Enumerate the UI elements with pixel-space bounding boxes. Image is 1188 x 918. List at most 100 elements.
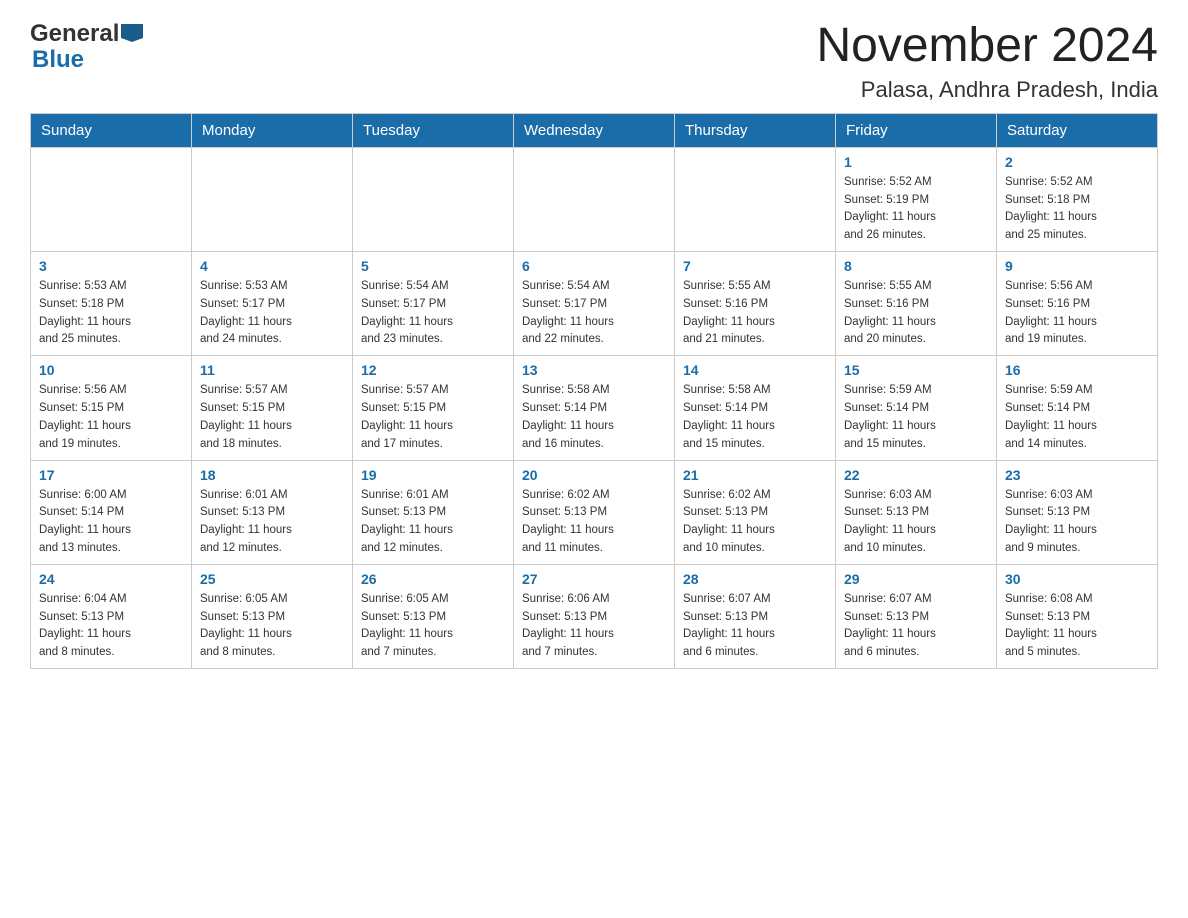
logo-general-text: General: [30, 20, 119, 48]
page-header: General Blue November 2024 Palasa, Andhr…: [30, 20, 1158, 103]
day-info: Sunrise: 5:53 AMSunset: 5:18 PMDaylight:…: [39, 278, 183, 349]
day-info: Sunrise: 6:05 AMSunset: 5:13 PMDaylight:…: [200, 591, 344, 662]
calendar-cell: 2 Sunrise: 5:52 AMSunset: 5:18 PMDaylight…: [997, 147, 1158, 251]
day-info: Sunrise: 5:59 AMSunset: 5:14 PMDaylight:…: [1005, 382, 1149, 453]
calendar-cell: 11Sunrise: 5:57 AMSunset: 5:15 PMDayligh…: [192, 356, 353, 460]
day-info: Sunrise: 5:53 AMSunset: 5:17 PMDaylight:…: [200, 278, 344, 349]
calendar-cell: 18 Sunrise: 6:01 AMSunset: 5:13 PMDayligh…: [192, 460, 353, 564]
day-number: 10: [39, 362, 183, 378]
weekday-header-sunday: Sunday: [31, 113, 192, 147]
calendar-cell: 26 Sunrise: 6:05 AMSunset: 5:13 PMDayligh…: [353, 564, 514, 668]
week-row-4: 17 Sunrise: 6:00 AMSunset: 5:14 PMDayligh…: [31, 460, 1158, 564]
calendar-cell: [353, 147, 514, 251]
day-number: 4: [200, 258, 344, 274]
calendar-cell: 10 Sunrise: 5:56 AMSunset: 5:15 PMDayligh…: [31, 356, 192, 460]
day-info: Sunrise: 5:54 AMSunset: 5:17 PMDaylight:…: [361, 278, 505, 349]
day-number: 15: [844, 362, 988, 378]
calendar-cell: [31, 147, 192, 251]
day-info: Sunrise: 6:01 AMSunset: 5:13 PMDaylight:…: [200, 487, 344, 558]
day-number: 14: [683, 362, 827, 378]
day-number: 13: [522, 362, 666, 378]
day-number: 21: [683, 467, 827, 483]
day-number: 29: [844, 571, 988, 587]
day-info: Sunrise: 5:55 AMSunset: 5:16 PMDaylight:…: [844, 278, 988, 349]
day-info: Sunrise: 5:56 AMSunset: 5:16 PMDaylight:…: [1005, 278, 1149, 349]
day-number: 20: [522, 467, 666, 483]
calendar-cell: [514, 147, 675, 251]
day-info: Sunrise: 5:57 AMSunset: 5:15 PMDaylight:…: [200, 382, 344, 453]
day-info: Sunrise: 6:00 AMSunset: 5:14 PMDaylight:…: [39, 487, 183, 558]
calendar-cell: 7Sunrise: 5:55 AMSunset: 5:16 PMDaylight…: [675, 252, 836, 356]
calendar-cell: 20Sunrise: 6:02 AMSunset: 5:13 PMDayligh…: [514, 460, 675, 564]
weekday-header-tuesday: Tuesday: [353, 113, 514, 147]
calendar-cell: 29 Sunrise: 6:07 AMSunset: 5:13 PMDayligh…: [836, 564, 997, 668]
calendar-cell: 9 Sunrise: 5:56 AMSunset: 5:16 PMDaylight…: [997, 252, 1158, 356]
day-info: Sunrise: 5:58 AMSunset: 5:14 PMDaylight:…: [683, 382, 827, 453]
week-row-2: 3Sunrise: 5:53 AMSunset: 5:18 PMDaylight…: [31, 252, 1158, 356]
calendar-cell: [675, 147, 836, 251]
day-info: Sunrise: 6:01 AMSunset: 5:13 PMDaylight:…: [361, 487, 505, 558]
day-number: 18: [200, 467, 344, 483]
calendar-cell: 22Sunrise: 6:03 AMSunset: 5:13 PMDayligh…: [836, 460, 997, 564]
day-info: Sunrise: 5:52 AMSunset: 5:18 PMDaylight:…: [1005, 174, 1149, 245]
calendar-subtitle: Palasa, Andhra Pradesh, India: [816, 77, 1158, 103]
day-number: 12: [361, 362, 505, 378]
day-info: Sunrise: 6:03 AMSunset: 5:13 PMDaylight:…: [1005, 487, 1149, 558]
calendar-cell: 19Sunrise: 6:01 AMSunset: 5:13 PMDayligh…: [353, 460, 514, 564]
day-number: 22: [844, 467, 988, 483]
day-info: Sunrise: 6:05 AMSunset: 5:13 PMDaylight:…: [361, 591, 505, 662]
calendar-cell: 12 Sunrise: 5:57 AMSunset: 5:15 PMDayligh…: [353, 356, 514, 460]
day-number: 5: [361, 258, 505, 274]
calendar-cell: 30 Sunrise: 6:08 AMSunset: 5:13 PMDayligh…: [997, 564, 1158, 668]
logo-blue-text: Blue: [30, 46, 143, 74]
calendar-cell: 6 Sunrise: 5:54 AMSunset: 5:17 PMDaylight…: [514, 252, 675, 356]
calendar-cell: [192, 147, 353, 251]
day-info: Sunrise: 6:08 AMSunset: 5:13 PMDaylight:…: [1005, 591, 1149, 662]
calendar-cell: 14 Sunrise: 5:58 AMSunset: 5:14 PMDayligh…: [675, 356, 836, 460]
day-info: Sunrise: 6:07 AMSunset: 5:13 PMDaylight:…: [683, 591, 827, 662]
day-info: Sunrise: 5:55 AMSunset: 5:16 PMDaylight:…: [683, 278, 827, 349]
weekday-header-saturday: Saturday: [997, 113, 1158, 147]
day-info: Sunrise: 6:07 AMSunset: 5:13 PMDaylight:…: [844, 591, 988, 662]
calendar-cell: 24 Sunrise: 6:04 AMSunset: 5:13 PMDayligh…: [31, 564, 192, 668]
calendar-cell: 16 Sunrise: 5:59 AMSunset: 5:14 PMDayligh…: [997, 356, 1158, 460]
day-number: 1: [844, 154, 988, 170]
day-number: 8: [844, 258, 988, 274]
weekday-header-thursday: Thursday: [675, 113, 836, 147]
day-number: 6: [522, 258, 666, 274]
day-number: 27: [522, 571, 666, 587]
logo-icon: [121, 24, 143, 42]
day-number: 26: [361, 571, 505, 587]
calendar-cell: 3Sunrise: 5:53 AMSunset: 5:18 PMDaylight…: [31, 252, 192, 356]
week-row-1: 1Sunrise: 5:52 AMSunset: 5:19 PMDaylight…: [31, 147, 1158, 251]
day-number: 25: [200, 571, 344, 587]
weekday-header-monday: Monday: [192, 113, 353, 147]
day-info: Sunrise: 5:59 AMSunset: 5:14 PMDaylight:…: [844, 382, 988, 453]
day-info: Sunrise: 5:57 AMSunset: 5:15 PMDaylight:…: [361, 382, 505, 453]
day-number: 9: [1005, 258, 1149, 274]
day-info: Sunrise: 5:56 AMSunset: 5:15 PMDaylight:…: [39, 382, 183, 453]
day-number: 30: [1005, 571, 1149, 587]
week-row-5: 24 Sunrise: 6:04 AMSunset: 5:13 PMDayligh…: [31, 564, 1158, 668]
calendar-cell: 4 Sunrise: 5:53 AMSunset: 5:17 PMDaylight…: [192, 252, 353, 356]
calendar-table: SundayMondayTuesdayWednesdayThursdayFrid…: [30, 113, 1158, 669]
calendar-cell: 21 Sunrise: 6:02 AMSunset: 5:13 PMDayligh…: [675, 460, 836, 564]
day-info: Sunrise: 6:02 AMSunset: 5:13 PMDaylight:…: [683, 487, 827, 558]
weekday-header-wednesday: Wednesday: [514, 113, 675, 147]
day-number: 17: [39, 467, 183, 483]
calendar-cell: 15 Sunrise: 5:59 AMSunset: 5:14 PMDayligh…: [836, 356, 997, 460]
day-info: Sunrise: 6:06 AMSunset: 5:13 PMDaylight:…: [522, 591, 666, 662]
calendar-cell: 28Sunrise: 6:07 AMSunset: 5:13 PMDayligh…: [675, 564, 836, 668]
day-info: Sunrise: 5:54 AMSunset: 5:17 PMDaylight:…: [522, 278, 666, 349]
calendar-cell: 23 Sunrise: 6:03 AMSunset: 5:13 PMDayligh…: [997, 460, 1158, 564]
calendar-cell: 25 Sunrise: 6:05 AMSunset: 5:13 PMDayligh…: [192, 564, 353, 668]
day-info: Sunrise: 6:04 AMSunset: 5:13 PMDaylight:…: [39, 591, 183, 662]
logo: General Blue: [30, 20, 143, 74]
day-number: 2: [1005, 154, 1149, 170]
day-info: Sunrise: 5:58 AMSunset: 5:14 PMDaylight:…: [522, 382, 666, 453]
calendar-cell: 1Sunrise: 5:52 AMSunset: 5:19 PMDaylight…: [836, 147, 997, 251]
day-number: 16: [1005, 362, 1149, 378]
day-number: 24: [39, 571, 183, 587]
title-block: November 2024 Palasa, Andhra Pradesh, In…: [816, 20, 1158, 103]
day-number: 23: [1005, 467, 1149, 483]
